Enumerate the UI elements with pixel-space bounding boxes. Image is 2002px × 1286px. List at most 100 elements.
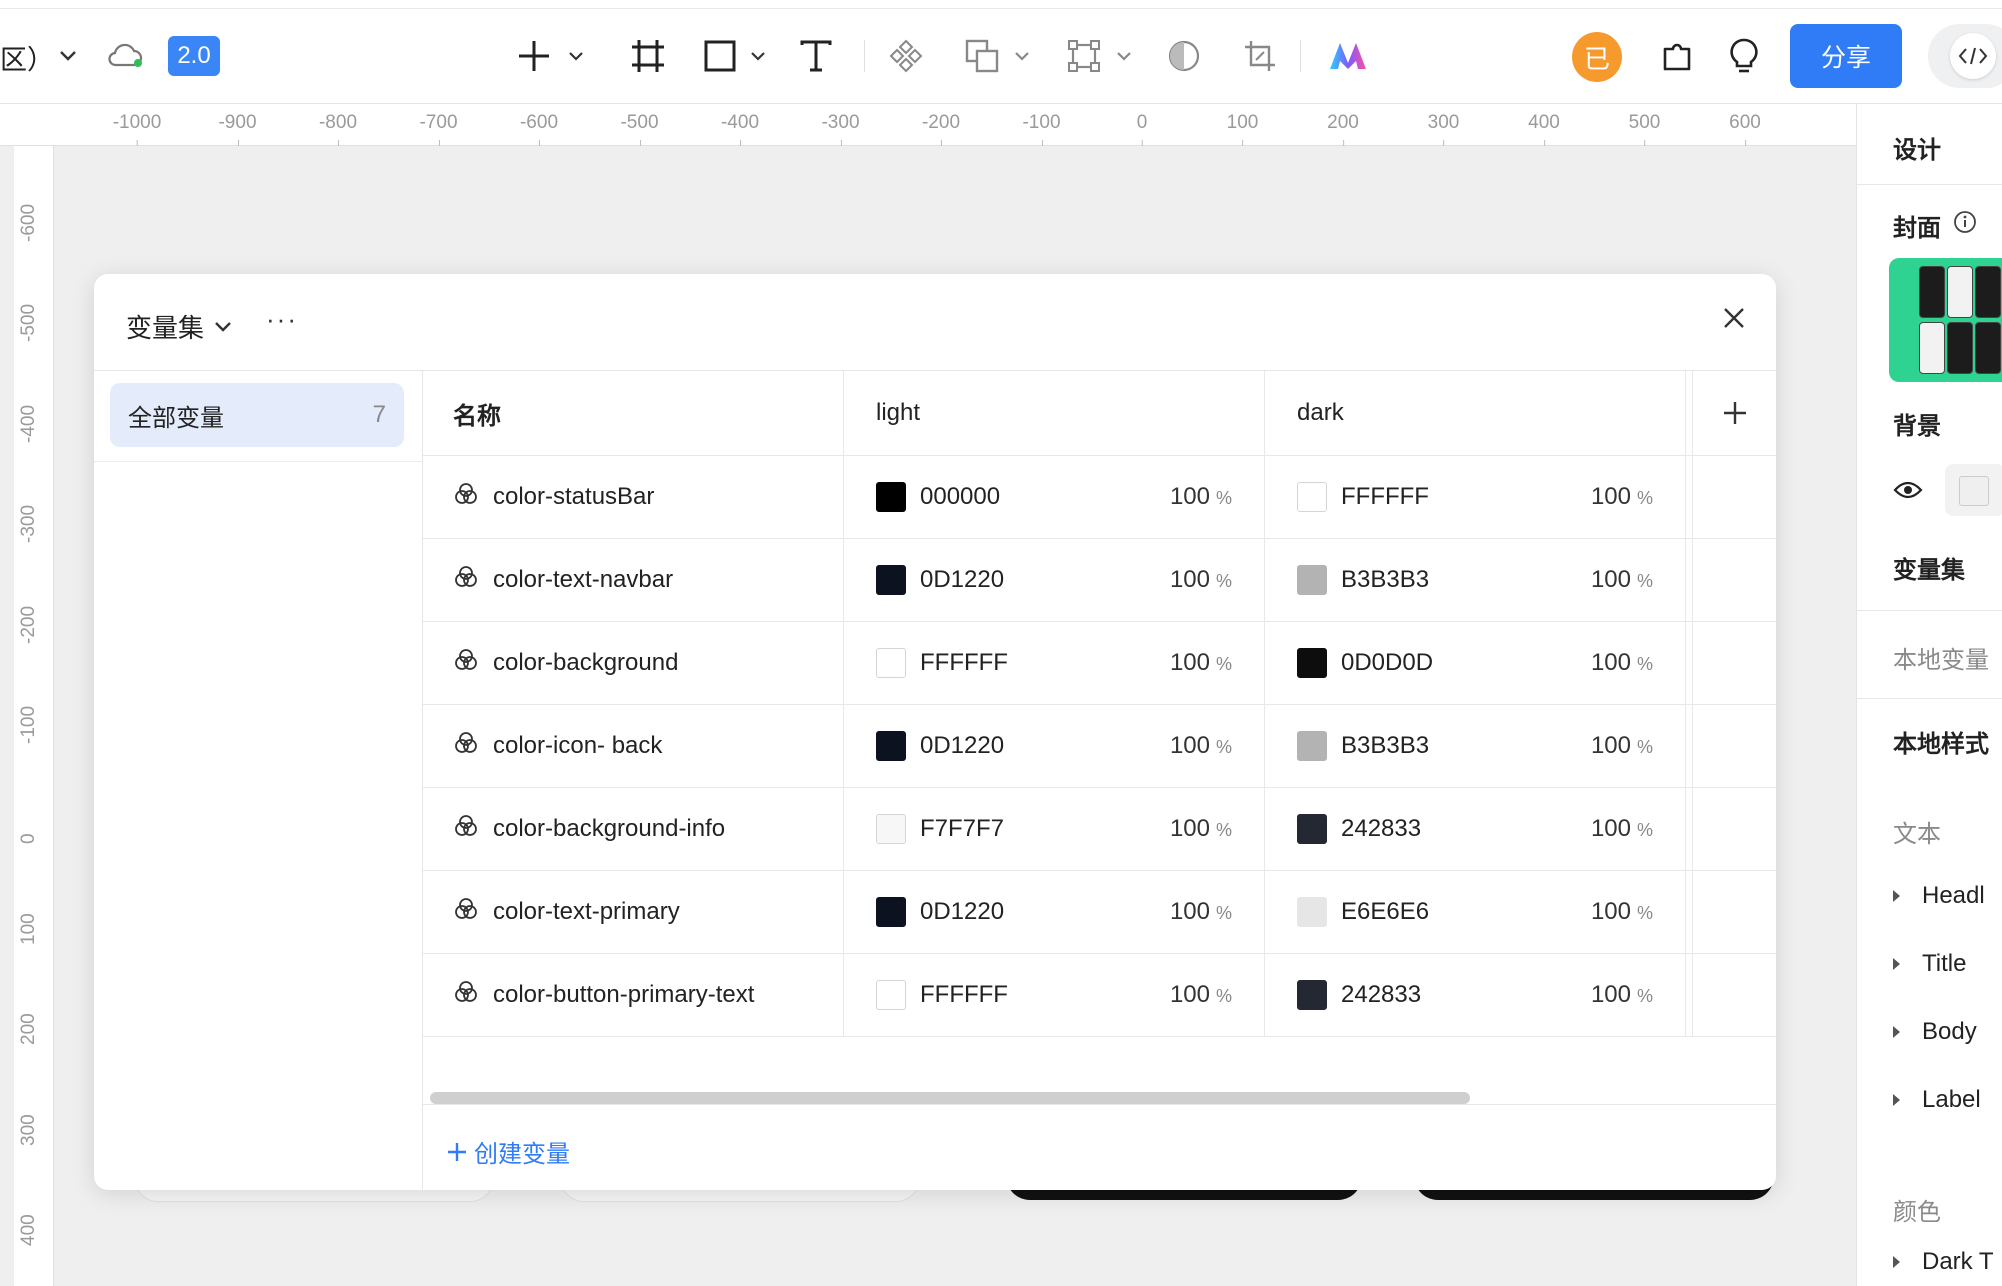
light-value-cell[interactable]: 0D1220 100% bbox=[844, 705, 1265, 787]
shape-chevron-down-icon[interactable] bbox=[748, 46, 768, 66]
scope-chevron-down-icon[interactable] bbox=[56, 44, 80, 68]
light-color-swatch[interactable] bbox=[876, 980, 906, 1010]
light-opacity[interactable]: 100% bbox=[1170, 483, 1232, 511]
dark-opacity[interactable]: 100% bbox=[1591, 483, 1653, 511]
version-badge[interactable]: 2.0 bbox=[168, 36, 220, 76]
dev-mode-toggle[interactable] bbox=[1928, 24, 2002, 88]
light-value-cell[interactable]: FFFFFF 100% bbox=[844, 622, 1265, 704]
light-opacity[interactable]: 100% bbox=[1170, 898, 1232, 926]
light-color-swatch[interactable] bbox=[876, 482, 906, 512]
dark-value-cell[interactable]: 0D0D0D 100% bbox=[1265, 622, 1686, 704]
light-color-swatch[interactable] bbox=[876, 565, 906, 595]
info-icon[interactable] bbox=[1953, 210, 1977, 239]
light-opacity[interactable]: 100% bbox=[1170, 566, 1232, 594]
style-item[interactable]: Body bbox=[1893, 1018, 1977, 1046]
component-icon[interactable] bbox=[886, 36, 926, 76]
table-row[interactable]: color-background-info F7F7F7 100% 242833 100… bbox=[423, 788, 1776, 871]
plugin-puzzle-icon[interactable] bbox=[1656, 34, 1700, 78]
variable-name-cell[interactable]: color-background bbox=[423, 622, 844, 704]
light-value-cell[interactable]: 0D1220 100% bbox=[844, 871, 1265, 953]
dark-opacity[interactable]: 100% bbox=[1591, 898, 1653, 926]
style-item[interactable]: Dark T bbox=[1893, 1248, 1994, 1276]
dark-opacity[interactable]: 100% bbox=[1591, 981, 1653, 1009]
light-value-cell[interactable]: FFFFFF 100% bbox=[844, 954, 1265, 1036]
dark-value-cell[interactable]: 242833 100% bbox=[1265, 788, 1686, 870]
table-row[interactable]: color-text-navbar 0D1220 100% B3B3B3 100% bbox=[423, 539, 1776, 622]
dark-color-swatch[interactable] bbox=[1297, 814, 1327, 844]
variable-name-cell[interactable]: color-text-primary bbox=[423, 871, 844, 953]
local-variables-label[interactable]: 本地变量 bbox=[1893, 640, 1989, 675]
add-chevron-down-icon[interactable] bbox=[566, 46, 586, 66]
dark-color-swatch[interactable] bbox=[1297, 731, 1327, 761]
column-header-dark[interactable]: dark bbox=[1265, 371, 1686, 455]
dark-opacity[interactable]: 100% bbox=[1591, 566, 1653, 594]
variable-name-cell[interactable]: color-statusBar bbox=[423, 456, 844, 538]
crop-icon[interactable] bbox=[1240, 36, 1280, 76]
mask-contrast-icon[interactable] bbox=[1164, 36, 1204, 76]
table-row[interactable]: color-background FFFFFF 100% 0D0D0D 100% bbox=[423, 622, 1776, 705]
variable-name-cell[interactable]: color-button-primary-text bbox=[423, 954, 844, 1036]
variable-name-cell[interactable]: color-background-info bbox=[423, 788, 844, 870]
light-value-cell[interactable]: 000000 100% bbox=[844, 456, 1265, 538]
style-item[interactable]: Label bbox=[1893, 1086, 1981, 1114]
tab-design[interactable]: 设计 bbox=[1893, 130, 1941, 165]
dark-value-cell[interactable]: 242833 100% bbox=[1265, 954, 1686, 1036]
more-options-button[interactable]: ··· bbox=[266, 304, 298, 335]
table-row[interactable]: color-icon- back 0D1220 100% B3B3B3 100% bbox=[423, 705, 1776, 788]
pen-chevron-down-icon[interactable] bbox=[1114, 46, 1134, 66]
eye-visibility-icon[interactable] bbox=[1893, 480, 1923, 505]
cloud-sync-icon[interactable] bbox=[106, 38, 146, 72]
close-button[interactable] bbox=[1722, 306, 1746, 335]
light-color-swatch[interactable] bbox=[876, 897, 906, 927]
dark-color-swatch[interactable] bbox=[1297, 482, 1327, 512]
table-row[interactable]: color-button-primary-text FFFFFF 100% 24283… bbox=[423, 954, 1776, 1037]
dark-value-cell[interactable]: B3B3B3 100% bbox=[1265, 539, 1686, 621]
table-row[interactable]: color-text-primary 0D1220 100% E6E6E6 100% bbox=[423, 871, 1776, 954]
dark-opacity[interactable]: 100% bbox=[1591, 649, 1653, 677]
opacity-value: 100 bbox=[1169, 898, 1210, 925]
dark-color-swatch[interactable] bbox=[1297, 565, 1327, 595]
light-value-cell[interactable]: 0D1220 100% bbox=[844, 539, 1265, 621]
variable-name-cell[interactable]: color-text-navbar bbox=[423, 539, 844, 621]
light-opacity[interactable]: 100% bbox=[1170, 815, 1232, 843]
light-color-swatch[interactable] bbox=[876, 731, 906, 761]
light-color-swatch[interactable] bbox=[876, 814, 906, 844]
dark-opacity[interactable]: 100% bbox=[1591, 732, 1653, 760]
variable-name-cell[interactable]: color-icon- back bbox=[423, 705, 844, 787]
style-item[interactable]: Headl bbox=[1893, 882, 1985, 910]
sidebar-item-all-variables[interactable]: 全部变量 7 bbox=[110, 383, 404, 447]
boolean-group-icon[interactable] bbox=[962, 36, 1002, 76]
dark-color-swatch[interactable] bbox=[1297, 980, 1327, 1010]
dark-color-swatch[interactable] bbox=[1297, 648, 1327, 678]
share-button[interactable]: 分享 bbox=[1790, 24, 1902, 88]
variable-set-selector[interactable]: 变量集 bbox=[126, 308, 232, 345]
style-item[interactable]: Title bbox=[1893, 950, 1966, 978]
light-opacity[interactable]: 100% bbox=[1170, 649, 1232, 677]
rectangle-tool-icon[interactable] bbox=[700, 36, 740, 76]
percent-sign: % bbox=[1636, 488, 1653, 508]
create-variable-button[interactable]: 创建变量 bbox=[446, 1134, 570, 1169]
lightbulb-icon[interactable] bbox=[1722, 34, 1766, 78]
dark-value-cell[interactable]: E6E6E6 100% bbox=[1265, 871, 1686, 953]
horizontal-scrollbar[interactable] bbox=[430, 1092, 1470, 1104]
light-color-swatch[interactable] bbox=[876, 648, 906, 678]
ai-logo-icon[interactable] bbox=[1326, 36, 1370, 76]
table-row[interactable]: color-statusBar 000000 100% FFFFFF 100% bbox=[423, 456, 1776, 539]
frame-tool-icon[interactable] bbox=[628, 36, 668, 76]
pen-path-icon[interactable] bbox=[1064, 36, 1104, 76]
dark-opacity[interactable]: 100% bbox=[1591, 815, 1653, 843]
light-value-cell[interactable]: F7F7F7 100% bbox=[844, 788, 1265, 870]
dark-value-cell[interactable]: FFFFFF 100% bbox=[1265, 456, 1686, 538]
dark-value-cell[interactable]: B3B3B3 100% bbox=[1265, 705, 1686, 787]
cover-thumbnail[interactable] bbox=[1889, 258, 2002, 382]
light-opacity[interactable]: 100% bbox=[1170, 732, 1232, 760]
background-color-field[interactable] bbox=[1945, 464, 2002, 516]
add-plus-icon[interactable] bbox=[514, 36, 554, 76]
light-opacity[interactable]: 100% bbox=[1170, 981, 1232, 1009]
column-header-light[interactable]: light bbox=[844, 371, 1265, 455]
text-tool-icon[interactable] bbox=[796, 36, 836, 76]
add-mode-button[interactable] bbox=[1693, 371, 1776, 455]
boolean-chevron-down-icon[interactable] bbox=[1012, 46, 1032, 66]
user-avatar[interactable]: 已 bbox=[1572, 32, 1622, 82]
dark-color-swatch[interactable] bbox=[1297, 897, 1327, 927]
